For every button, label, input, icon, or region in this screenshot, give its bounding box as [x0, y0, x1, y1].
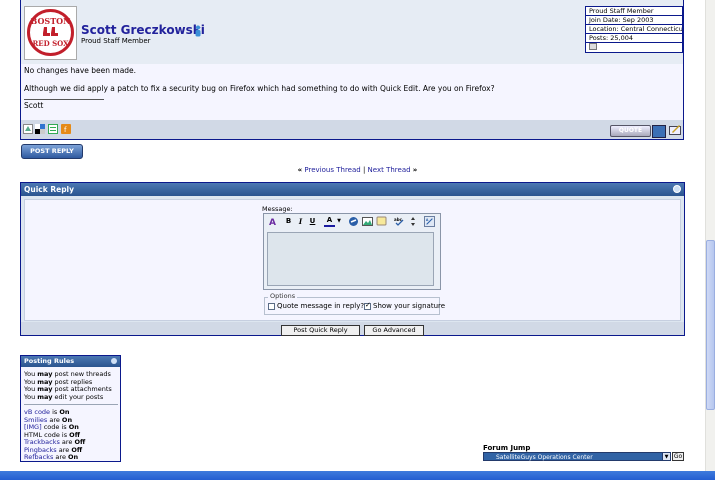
collapse-icon[interactable]: [673, 185, 681, 193]
refbacks-link[interactable]: Refbacks: [24, 453, 53, 461]
user-title: Proud Staff Member: [81, 37, 151, 45]
code-rule-item: Refbacks are On: [24, 453, 78, 461]
show-signature-checkbox[interactable]: [364, 301, 371, 310]
bookmark-icon[interactable]: [23, 124, 33, 134]
avatar-text-bottom: RED SOX: [32, 39, 69, 48]
next-arrow: »: [412, 166, 418, 174]
code-rule-text: are: [53, 453, 69, 461]
prev-arrow: «: [297, 166, 303, 174]
avatar[interactable]: BOSTON RED SOX: [24, 6, 77, 60]
remove-format-icon[interactable]: A: [268, 216, 279, 227]
underline-button[interactable]: U: [307, 216, 318, 227]
image-icon[interactable]: [362, 216, 373, 227]
forum-jump-go-button[interactable]: Go: [672, 452, 684, 461]
posting-rules-title: Posting Rules: [24, 357, 75, 365]
scrollbar-thumb[interactable]: [706, 240, 715, 410]
user-info-row: Proud Staff Member: [585, 6, 683, 16]
windows-taskbar: [0, 471, 715, 480]
signature: Scott: [24, 101, 44, 110]
nav-separator: |: [362, 166, 366, 174]
quote-message-label[interactable]: Quote message in reply?: [277, 302, 364, 310]
link-icon[interactable]: [348, 216, 359, 227]
socks-icon: [43, 27, 58, 36]
go-advanced-button[interactable]: Go Advanced: [364, 325, 424, 336]
post-text-line: No changes have been made.: [24, 66, 137, 75]
resize-arrows-icon[interactable]: [410, 216, 416, 227]
quote-button[interactable]: QUOTE: [610, 125, 651, 137]
post-quick-reply-button[interactable]: Post Quick Reply: [281, 325, 360, 336]
digg-icon[interactable]: [48, 124, 58, 134]
rules-divider: [24, 404, 118, 405]
rule-prefix: You: [24, 392, 38, 401]
text-color-button[interactable]: A: [324, 216, 335, 227]
avatar-text-top: BOSTON: [30, 16, 71, 26]
post-footer: [21, 120, 683, 139]
message-textarea[interactable]: [267, 232, 434, 286]
user-info-panel: Proud Staff Member Join Date: Sep 2003 L…: [585, 6, 683, 53]
post-reply-button[interactable]: POST REPLY: [21, 144, 83, 159]
post-username[interactable]: Scott Greczkowski: [81, 23, 205, 37]
forum-jump-label: Forum Jump: [483, 444, 531, 452]
forum-jump-select[interactable]: SatelliteGuys Operations Center: [483, 452, 671, 461]
user-info-row: Posts: 25,004: [585, 34, 683, 43]
chevron-down-icon[interactable]: ▼: [336, 216, 342, 227]
quote-icon[interactable]: [376, 216, 387, 227]
svg-text:A: A: [269, 218, 276, 227]
bold-button[interactable]: B: [283, 216, 294, 227]
previous-thread-link[interactable]: Previous Thread: [304, 166, 360, 174]
message-label: Message:: [262, 205, 293, 213]
rule-item: You may edit your posts: [24, 393, 103, 401]
spellcheck-icon[interactable]: abc: [394, 216, 405, 227]
reputation-icon: [589, 43, 597, 50]
options-legend: Options: [268, 292, 298, 300]
show-signature-label[interactable]: Show your signature: [373, 302, 445, 310]
quote-message-checkbox[interactable]: [268, 303, 275, 310]
signature-divider: [24, 99, 104, 100]
rule-permission: may: [37, 392, 53, 401]
italic-button[interactable]: I: [295, 216, 306, 227]
furl-icon[interactable]: f: [61, 124, 71, 134]
delicious-icon[interactable]: [35, 124, 45, 134]
next-thread-link[interactable]: Next Thread: [368, 166, 411, 174]
user-online-icon: [195, 25, 201, 37]
user-info-row: Location: Central Connecticut: [585, 25, 683, 34]
thread-navigation: « Previous Thread | Next Thread »: [0, 166, 715, 174]
rule-action: edit your posts: [52, 392, 104, 401]
switch-mode-icon[interactable]: A: [424, 216, 435, 227]
quick-reply-header: [21, 183, 684, 196]
quick-edit-icon[interactable]: [669, 124, 681, 135]
user-info-row: Join Date: Sep 2003: [585, 16, 683, 25]
code-rule-state: On: [68, 453, 79, 461]
user-info-icons: [585, 43, 683, 53]
svg-text:A: A: [426, 218, 429, 222]
quick-reply-title: Quick Reply: [24, 185, 75, 194]
editor-toolbar: A B I U A ▼ abc A: [266, 216, 438, 230]
collapse-icon[interactable]: [111, 358, 117, 364]
post-text-line: Although we did apply a patch to fix a s…: [24, 84, 495, 93]
chevron-down-icon[interactable]: ▼: [662, 452, 671, 461]
multi-quote-button[interactable]: [652, 125, 666, 138]
